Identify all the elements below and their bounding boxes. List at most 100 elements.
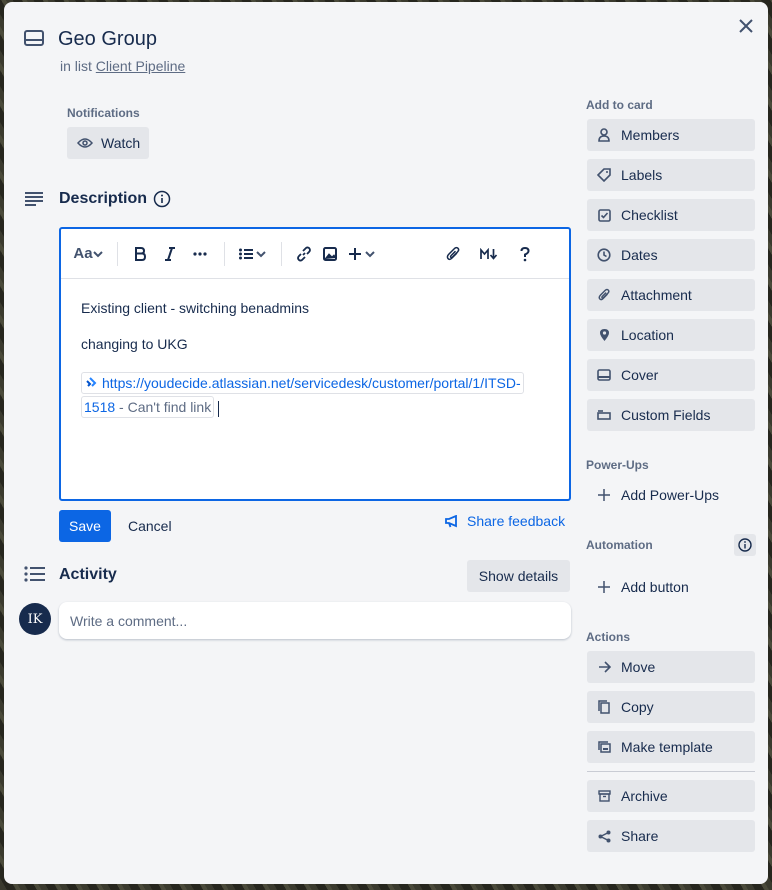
bold-button[interactable] bbox=[128, 240, 152, 268]
share-button[interactable]: Share bbox=[587, 820, 755, 852]
attachment-sidebar-button[interactable]: Attachment bbox=[587, 279, 755, 311]
description-line-1: Existing client - switching benadmins bbox=[81, 300, 309, 316]
automation-label: Automation bbox=[586, 538, 653, 552]
arrow-right-icon bbox=[597, 660, 611, 674]
move-label: Move bbox=[621, 659, 656, 675]
image-icon bbox=[323, 246, 337, 261]
watch-button[interactable]: Watch bbox=[67, 127, 149, 159]
chevron-down-icon bbox=[364, 250, 375, 257]
power-ups-label: Power-Ups bbox=[586, 458, 649, 472]
automation-info-button[interactable] bbox=[734, 534, 756, 556]
attachment-button[interactable] bbox=[441, 240, 465, 268]
link-icon bbox=[297, 246, 311, 261]
archive-button[interactable]: Archive bbox=[587, 780, 755, 812]
list-button[interactable] bbox=[235, 240, 269, 268]
dates-label: Dates bbox=[621, 247, 658, 263]
add-button-button[interactable]: Add button bbox=[587, 571, 755, 603]
checklist-label: Checklist bbox=[621, 207, 678, 223]
add-button-label: Add button bbox=[621, 579, 689, 595]
text-style-button[interactable]: Aa bbox=[71, 240, 105, 268]
add-power-ups-label: Add Power-Ups bbox=[621, 487, 720, 503]
paperclip-icon bbox=[597, 288, 611, 302]
card-cover-icon bbox=[597, 368, 611, 382]
in-list-prefix: in list bbox=[60, 58, 92, 74]
close-button[interactable] bbox=[734, 14, 758, 38]
custom-fields-button[interactable]: Custom Fields bbox=[587, 399, 755, 431]
cover-label: Cover bbox=[621, 367, 659, 383]
add-power-ups-button[interactable]: Add Power-Ups bbox=[587, 479, 755, 511]
save-button[interactable]: Save bbox=[59, 510, 111, 542]
location-label: Location bbox=[621, 327, 674, 343]
copy-button[interactable]: Copy bbox=[587, 691, 755, 723]
info-icon[interactable] bbox=[153, 190, 171, 213]
smart-link[interactable]: https://youdecide.atlassian.net/serviced… bbox=[81, 372, 524, 419]
watch-label: Watch bbox=[101, 135, 141, 151]
info-icon bbox=[738, 538, 752, 552]
description-title: Description bbox=[59, 190, 148, 207]
members-button[interactable]: Members bbox=[587, 119, 755, 151]
editor-toolbar: Aa bbox=[61, 229, 569, 279]
list-link[interactable]: Client Pipeline bbox=[96, 58, 186, 74]
cancel-button[interactable]: Cancel bbox=[128, 518, 172, 534]
italic-button[interactable] bbox=[158, 240, 182, 268]
more-formatting-button[interactable] bbox=[188, 240, 212, 268]
activity-title: Activity bbox=[59, 566, 117, 583]
share-feedback-label: Share feedback bbox=[467, 513, 566, 529]
location-button[interactable]: Location bbox=[587, 319, 755, 351]
show-details-button[interactable]: Show details bbox=[467, 560, 570, 592]
plus-icon bbox=[348, 247, 361, 260]
image-button[interactable] bbox=[318, 240, 342, 268]
notifications-label: Notifications bbox=[67, 106, 140, 120]
editor-content[interactable]: Existing client - switching benadmins ch… bbox=[61, 279, 569, 439]
toolbar-separator bbox=[281, 241, 282, 266]
megaphone-icon bbox=[445, 514, 457, 527]
plus-icon bbox=[597, 488, 611, 502]
archive-icon bbox=[597, 789, 611, 803]
toolbar-separator bbox=[117, 241, 118, 266]
toolbar-separator bbox=[224, 241, 225, 266]
close-icon bbox=[739, 19, 753, 33]
copy-icon bbox=[597, 700, 611, 714]
smart-link-container: https://youdecide.atlassian.net/serviced… bbox=[81, 371, 549, 419]
help-button[interactable] bbox=[513, 240, 537, 268]
make-template-button[interactable]: Make template bbox=[587, 731, 755, 763]
attachment-label: Attachment bbox=[621, 287, 692, 303]
insert-button[interactable] bbox=[344, 240, 378, 268]
text-cursor bbox=[218, 400, 220, 417]
eye-icon bbox=[77, 138, 93, 148]
make-template-label: Make template bbox=[621, 739, 713, 755]
description-icon bbox=[24, 191, 44, 212]
plus-icon bbox=[597, 580, 611, 594]
comment-input[interactable]: Write a comment... bbox=[59, 602, 571, 639]
share-feedback-button[interactable]: Share feedback bbox=[445, 513, 565, 529]
pin-icon bbox=[597, 328, 611, 342]
bullet-list-icon bbox=[238, 248, 253, 259]
archive-label: Archive bbox=[621, 788, 668, 804]
text-style-label: Aa bbox=[73, 245, 93, 262]
checklist-button[interactable]: Checklist bbox=[587, 199, 755, 231]
labels-button[interactable]: Labels bbox=[587, 159, 755, 191]
move-button[interactable]: Move bbox=[587, 651, 755, 683]
smart-link-title: - Can't find link bbox=[115, 399, 212, 416]
actions-divider bbox=[587, 771, 755, 772]
person-icon bbox=[597, 128, 611, 142]
avatar[interactable]: IK bbox=[19, 603, 51, 635]
cover-button[interactable]: Cover bbox=[587, 359, 755, 391]
card-title[interactable]: Geo Group bbox=[58, 28, 157, 51]
markdown-button[interactable] bbox=[477, 240, 501, 268]
members-label: Members bbox=[621, 127, 680, 143]
share-label: Share bbox=[621, 828, 659, 844]
chevron-down-icon bbox=[92, 250, 103, 257]
link-button[interactable] bbox=[292, 240, 316, 268]
card-modal: Geo Group in list Client Pipeline Notifi… bbox=[4, 2, 768, 884]
description-editor[interactable]: Aa Existing client - switching benadmins… bbox=[59, 227, 571, 501]
clock-icon bbox=[597, 248, 611, 262]
activity-icon bbox=[24, 566, 46, 587]
italic-icon bbox=[165, 246, 175, 261]
tag-icon bbox=[597, 168, 611, 182]
card-icon bbox=[24, 30, 44, 51]
question-icon bbox=[520, 246, 530, 261]
toolbar-right bbox=[441, 240, 539, 268]
bold-icon bbox=[135, 246, 146, 261]
dates-button[interactable]: Dates bbox=[587, 239, 755, 271]
